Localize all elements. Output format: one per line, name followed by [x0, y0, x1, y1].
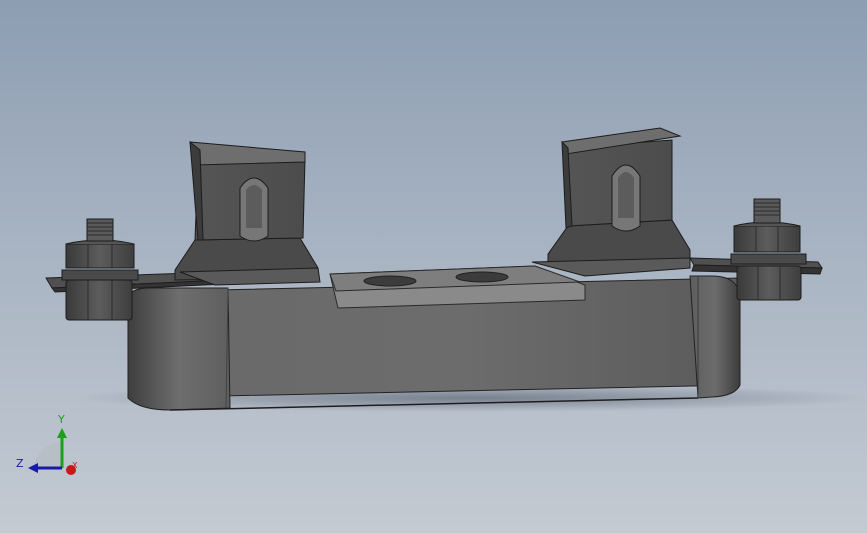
3d-viewport[interactable]: Y Z X [0, 0, 867, 533]
right-bolt-assembly[interactable] [730, 198, 807, 301]
z-axis-label: Z [16, 457, 24, 470]
triad-sector-icon [34, 442, 62, 470]
fuse-base-model[interactable] [0, 0, 867, 533]
x-axis-label: X [72, 461, 78, 470]
left-fuse-clip[interactable] [174, 140, 321, 286]
left-bolt-assembly[interactable] [61, 218, 139, 321]
y-axis-arrow-icon [57, 428, 67, 438]
center-contact-plate[interactable] [329, 265, 586, 309]
z-axis-arrow-icon [28, 463, 38, 473]
mounting-hole [363, 275, 417, 287]
right-fuse-clip[interactable] [531, 127, 691, 277]
orientation-triad[interactable]: Y Z X [14, 410, 86, 482]
y-axis-label: Y [58, 413, 65, 426]
mounting-hole [455, 271, 509, 283]
